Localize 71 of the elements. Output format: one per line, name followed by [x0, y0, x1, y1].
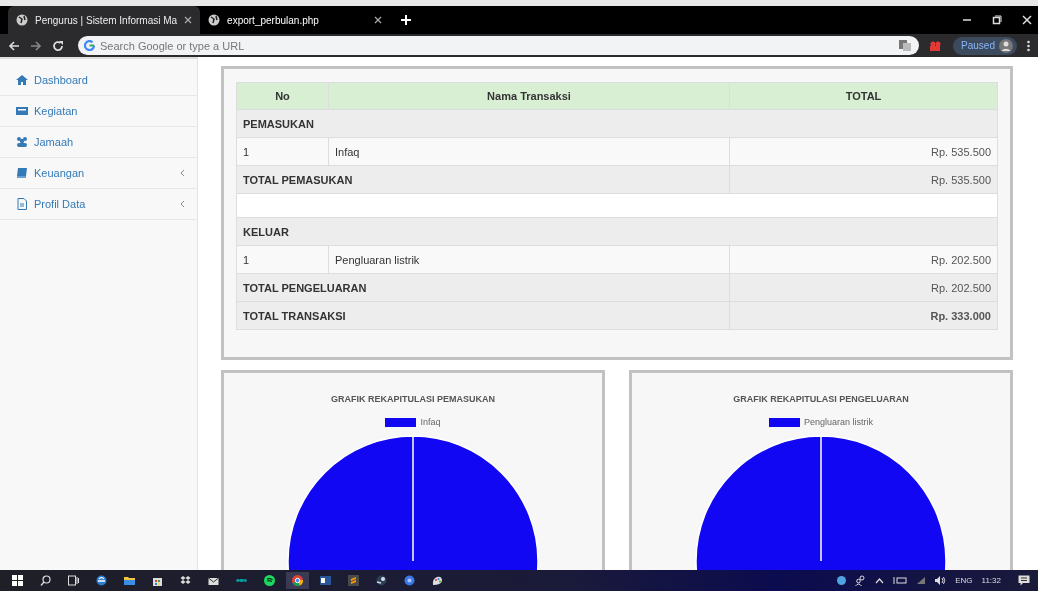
- sidebar-item[interactable]: Profil Data: [0, 189, 197, 220]
- circle-app-icon[interactable]: [404, 575, 415, 586]
- card-icon: [16, 105, 28, 117]
- table-cell: Rp. 202.500: [729, 273, 998, 302]
- table-cell: Rp. 535.500: [729, 165, 998, 194]
- wifi-icon[interactable]: [916, 576, 927, 585]
- book-icon: [16, 167, 28, 179]
- sidebar-item[interactable]: Kegiatan: [0, 96, 197, 127]
- browser-tab[interactable]: Pengurus | Sistem Informasi Ma: [8, 6, 201, 34]
- users-icon: [16, 136, 28, 148]
- avatar-icon: [999, 38, 1013, 53]
- mail-icon[interactable]: [208, 575, 219, 586]
- globe-icon: [16, 14, 28, 26]
- notification-icon[interactable]: [1018, 575, 1030, 586]
- chrome-icon[interactable]: [292, 575, 303, 586]
- menu-icon[interactable]: [1027, 39, 1030, 52]
- plus-icon[interactable]: [400, 14, 413, 26]
- table-cell: Rp. 202.500: [729, 245, 998, 274]
- table-cell: Rp. 535.500: [729, 137, 998, 166]
- section-label: KELUAR: [236, 217, 998, 246]
- folder-icon[interactable]: [124, 575, 135, 586]
- reload-icon[interactable]: [52, 39, 64, 52]
- sidebar-item[interactable]: Jamaah: [0, 127, 197, 158]
- windows-icon[interactable]: [12, 575, 23, 586]
- document-icon: [16, 198, 28, 210]
- column-header: Nama Transaksi: [328, 82, 730, 110]
- caret-icon[interactable]: [875, 577, 885, 584]
- sidebar-item[interactable]: Dashboard: [0, 65, 197, 96]
- task-view-icon[interactable]: [68, 575, 79, 586]
- section-label: PEMASUKAN: [236, 109, 998, 138]
- chart-title: GRAFIK REKAPITULASI PEMASUKAN: [331, 394, 495, 404]
- translate-icon[interactable]: [899, 40, 912, 51]
- home-icon: [16, 74, 28, 86]
- table-cell: 1: [236, 137, 329, 166]
- sidebar-item[interactable]: Keuangan: [0, 158, 197, 189]
- google-icon: [84, 40, 95, 51]
- legend-label: Pengluaran listrik: [803, 417, 873, 427]
- spotify-icon[interactable]: [264, 575, 275, 586]
- search-icon[interactable]: [40, 575, 51, 586]
- restore-icon[interactable]: [992, 15, 1002, 25]
- store-icon[interactable]: [152, 575, 163, 586]
- table-cell: 1: [236, 245, 329, 274]
- dropbox-icon[interactable]: [180, 575, 191, 586]
- column-header: TOTAL: [729, 82, 998, 110]
- clock-time[interactable]: 11:32: [981, 576, 1001, 585]
- speaker-icon[interactable]: [935, 576, 947, 585]
- grand-total-cell: Rp. 333.000: [729, 301, 998, 330]
- sublime-icon[interactable]: [348, 575, 359, 586]
- legend-label: Infaq: [420, 417, 441, 427]
- table-cell: Infaq: [328, 137, 730, 166]
- total-label: TOTAL TRANSAKSI: [236, 301, 730, 330]
- column-header: No: [236, 82, 329, 110]
- total-label: TOTAL PEMASUKAN: [236, 165, 730, 194]
- table-cell: Pengluaran listrik: [328, 245, 730, 274]
- steam-icon[interactable]: [376, 575, 387, 586]
- close-icon[interactable]: [184, 16, 193, 24]
- chart-title: GRAFIK REKAPITULASI PENGELUARAN: [733, 394, 909, 404]
- battery-icon[interactable]: [893, 576, 908, 585]
- globe-icon[interactable]: [837, 576, 847, 585]
- paused-button[interactable]: Paused: [953, 36, 1017, 55]
- people-icon[interactable]: [855, 575, 867, 586]
- address-field[interactable]: Search Google or type a URL: [78, 36, 920, 55]
- globe-icon: [208, 14, 221, 26]
- word-icon[interactable]: [320, 575, 331, 586]
- total-label: TOTAL PENGELUARAN: [236, 273, 730, 302]
- language-indicator[interactable]: ENG: [955, 576, 973, 585]
- back-icon[interactable]: [8, 39, 20, 52]
- forward-icon[interactable]: [30, 39, 42, 52]
- close-icon[interactable]: [374, 16, 383, 24]
- edge-icon[interactable]: [96, 575, 107, 586]
- paint-icon[interactable]: [432, 575, 443, 586]
